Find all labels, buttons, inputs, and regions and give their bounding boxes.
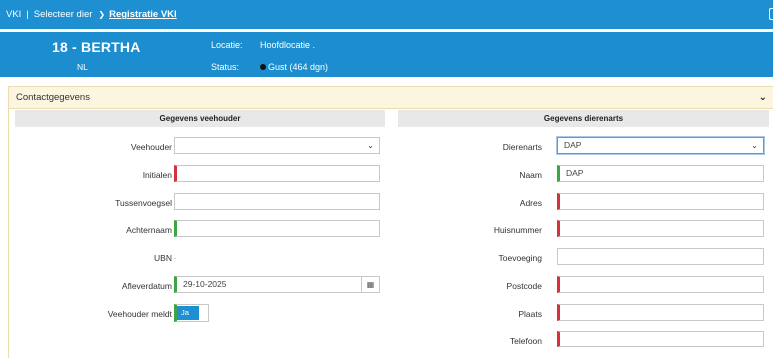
chevron-down-icon: ⌄ [751,141,758,150]
status-label: Status: [211,62,240,72]
contact-panel-header[interactable]: Contactgegevens ⌄ [9,87,773,109]
plaats-input[interactable] [557,304,764,321]
achternaam-input[interactable] [174,220,380,237]
postcode-input[interactable] [557,276,764,293]
afleverdatum-label: Afleverdatum [121,281,172,291]
chevron-down-icon[interactable]: ⌄ [759,92,767,103]
status-info: Status: Gust (464 dgn) [211,62,328,72]
animal-header: 18 - BERTHA NL Locatie: Hoofdlocatie . St… [0,32,773,77]
location-value: Hoofdlocatie . [260,40,316,50]
toggle-on-label: Ja [177,306,199,320]
naam-input[interactable]: DAP [557,165,764,182]
toevoeging-label: Toevoeging [498,253,542,263]
toevoeging-input[interactable] [557,248,764,265]
animal-country: NL [77,62,88,72]
dierenarts-select-value: DAP [564,140,582,150]
initialen-label: Initialen [142,170,172,180]
vet-section-heading: Gegevens dierenarts [398,110,769,127]
naam-label: Naam [519,170,542,180]
chevron-down-icon: ⌄ [367,141,374,150]
adres-label: Adres [519,198,542,208]
huisnummer-input[interactable] [557,220,764,237]
breadcrumb-select-animal-link[interactable]: Selecteer dier [34,9,93,20]
location-info: Locatie: Hoofdlocatie . [211,40,315,50]
tussenvoegsel-input[interactable] [174,193,380,210]
veehouder-label: Veehouder [130,142,172,152]
telefoon-input[interactable] [557,331,764,347]
initialen-input[interactable] [174,165,380,182]
afleverdatum-value: 29-10-2025 [183,279,227,289]
breadcrumb-separator: | [26,9,29,20]
dierenarts-select[interactable]: DAP ⌄ [557,137,764,154]
veehouder-meldt-label: Veehouder meldt [107,309,172,319]
animal-name: 18 - BERTHA [52,39,141,55]
ubn-value: . [174,252,177,261]
telefoon-label: Telefoon [509,336,542,346]
panel-title: Contactgegevens [16,92,90,103]
dierenarts-label: Dierenarts [502,142,542,152]
breadcrumb-root-link[interactable]: VKI [6,9,21,20]
tussenvoegsel-label: Tussenvoegsel [115,198,172,208]
afleverdatum-input[interactable]: 29-10-2025 ▦ [174,276,380,293]
veehouder-meldt-toggle[interactable]: Ja [174,304,209,322]
status-value: Gust (464 dgn) [268,62,329,72]
achternaam-label: Achternaam [126,225,172,235]
breadcrumb: VKI | Selecteer dier ❯ Registratie VKI [0,0,773,29]
breadcrumb-current-link[interactable]: Registratie VKI [109,9,177,20]
chevron-right-icon: ❯ [98,10,106,19]
side-panel-handle[interactable] [769,8,773,20]
location-label: Locatie: [211,40,243,50]
veehouder-select[interactable]: ⌄ [174,137,380,154]
calendar-icon[interactable]: ▦ [361,277,379,292]
status-dot-icon [260,64,266,70]
huisnummer-label: Huisnummer [493,225,542,235]
owner-section-heading: Gegevens veehouder [15,110,385,127]
adres-input[interactable] [557,193,764,210]
postcode-label: Postcode [506,281,542,291]
ubn-label: UBN [154,253,172,263]
plaats-label: Plaats [518,309,542,319]
